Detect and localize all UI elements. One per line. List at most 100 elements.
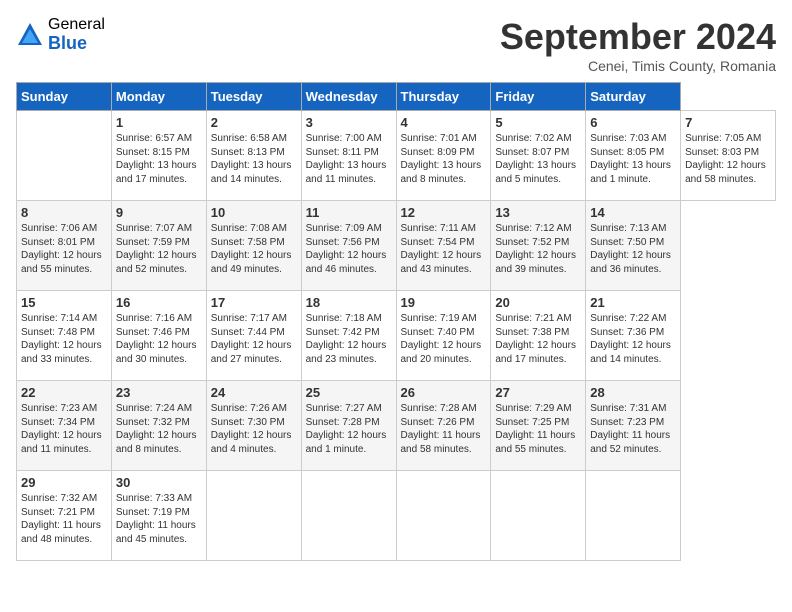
day-number: 3 [306, 115, 392, 130]
weekday-wednesday: Wednesday [301, 83, 396, 111]
cell-content: Sunrise: 7:17 AMSunset: 7:44 PMDaylight:… [211, 312, 297, 366]
day-number: 10 [211, 205, 297, 220]
calendar-cell: 19Sunrise: 7:19 AMSunset: 7:40 PMDayligh… [396, 291, 491, 381]
calendar-cell: 23 Sunrise: 7:24 AMSunset: 7:32 PMDayligh… [111, 381, 206, 471]
cell-content: Sunrise: 7:00 AMSunset: 8:11 PMDaylight:… [306, 132, 392, 186]
day-number: 21 [590, 295, 676, 310]
day-number: 24 [211, 385, 297, 400]
day-number: 18 [306, 295, 392, 310]
cell-content: Sunrise: 7:09 AMSunset: 7:56 PMDaylight:… [306, 222, 392, 276]
day-number: 30 [116, 475, 202, 490]
calendar-header: SundayMondayTuesdayWednesdayThursdayFrid… [17, 83, 776, 111]
cell-content: Sunrise: 7:08 AMSunset: 7:58 PMDaylight:… [211, 222, 297, 276]
cell-content: Sunrise: 6:57 AMSunset: 8:15 PMDaylight:… [116, 132, 202, 186]
calendar-cell: 14Sunrise: 7:13 AMSunset: 7:50 PMDayligh… [586, 201, 681, 291]
calendar-cell: 21 Sunrise: 7:22 AMSunset: 7:36 PMDayligh… [586, 291, 681, 381]
calendar-cell: 4 Sunrise: 7:01 AMSunset: 8:09 PMDaylight… [396, 111, 491, 201]
calendar-cell: 2 Sunrise: 6:58 AMSunset: 8:13 PMDaylight… [206, 111, 301, 201]
day-number: 29 [21, 475, 107, 490]
calendar-cell: 26 Sunrise: 7:28 AMSunset: 7:26 PMDayligh… [396, 381, 491, 471]
cell-content: Sunrise: 7:22 AMSunset: 7:36 PMDaylight:… [590, 312, 676, 366]
calendar-cell: 17 Sunrise: 7:17 AMSunset: 7:44 PMDayligh… [206, 291, 301, 381]
calendar-cell: 6 Sunrise: 7:03 AMSunset: 8:05 PMDaylight… [586, 111, 681, 201]
calendar-cell: 20Sunrise: 7:21 AMSunset: 7:38 PMDayligh… [491, 291, 586, 381]
day-number: 7 [685, 115, 771, 130]
day-number: 23 [116, 385, 202, 400]
cell-content: Sunrise: 7:14 AMSunset: 7:48 PMDaylight:… [21, 312, 107, 366]
calendar-week-5: 29 Sunrise: 7:32 AMSunset: 7:21 PMDayligh… [17, 471, 776, 561]
logo-icon [16, 21, 44, 49]
calendar-cell [491, 471, 586, 561]
calendar-table: SundayMondayTuesdayWednesdayThursdayFrid… [16, 82, 776, 561]
cell-content: Sunrise: 7:21 AMSunset: 7:38 PMDaylight:… [495, 312, 581, 366]
calendar-cell: 5 Sunrise: 7:02 AMSunset: 8:07 PMDaylight… [491, 111, 586, 201]
weekday-header-row: SundayMondayTuesdayWednesdayThursdayFrid… [17, 83, 776, 111]
day-number: 8 [21, 205, 107, 220]
cell-content: Sunrise: 7:28 AMSunset: 7:26 PMDaylight:… [401, 402, 487, 456]
day-number: 28 [590, 385, 676, 400]
calendar-week-3: 15 Sunrise: 7:14 AMSunset: 7:48 PMDayligh… [17, 291, 776, 381]
day-number: 13 [495, 205, 581, 220]
cell-content: Sunrise: 7:13 AMSunset: 7:50 PMDaylight:… [590, 222, 676, 276]
logo-general: General [48, 16, 105, 34]
calendar-body: 1 Sunrise: 6:57 AMSunset: 8:15 PMDaylight… [17, 111, 776, 561]
cell-content: Sunrise: 7:29 AMSunset: 7:25 PMDaylight:… [495, 402, 581, 456]
cell-content: Sunrise: 7:24 AMSunset: 7:32 PMDaylight:… [116, 402, 202, 456]
calendar-cell [301, 471, 396, 561]
day-number: 19 [401, 295, 487, 310]
weekday-monday: Monday [111, 83, 206, 111]
weekday-thursday: Thursday [396, 83, 491, 111]
cell-content: Sunrise: 7:16 AMSunset: 7:46 PMDaylight:… [116, 312, 202, 366]
calendar-cell: 28 Sunrise: 7:31 AMSunset: 7:23 PMDayligh… [586, 381, 681, 471]
calendar-week-1: 1 Sunrise: 6:57 AMSunset: 8:15 PMDaylight… [17, 111, 776, 201]
cell-content: Sunrise: 7:33 AMSunset: 7:19 PMDaylight:… [116, 492, 202, 546]
cell-content: Sunrise: 7:03 AMSunset: 8:05 PMDaylight:… [590, 132, 676, 186]
cell-content: Sunrise: 7:06 AMSunset: 8:01 PMDaylight:… [21, 222, 107, 276]
cell-content: Sunrise: 7:18 AMSunset: 7:42 PMDaylight:… [306, 312, 392, 366]
day-number: 1 [116, 115, 202, 130]
calendar-cell: 1 Sunrise: 6:57 AMSunset: 8:15 PMDaylight… [111, 111, 206, 201]
day-number: 15 [21, 295, 107, 310]
month-title: September 2024 [500, 16, 776, 58]
cell-content: Sunrise: 7:12 AMSunset: 7:52 PMDaylight:… [495, 222, 581, 276]
cell-content: Sunrise: 7:31 AMSunset: 7:23 PMDaylight:… [590, 402, 676, 456]
calendar-cell: 3 Sunrise: 7:00 AMSunset: 8:11 PMDaylight… [301, 111, 396, 201]
calendar-cell: 22Sunrise: 7:23 AMSunset: 7:34 PMDayligh… [17, 381, 112, 471]
day-number: 2 [211, 115, 297, 130]
calendar-cell: 27 Sunrise: 7:29 AMSunset: 7:25 PMDayligh… [491, 381, 586, 471]
cell-content: Sunrise: 7:11 AMSunset: 7:54 PMDaylight:… [401, 222, 487, 276]
weekday-tuesday: Tuesday [206, 83, 301, 111]
calendar-cell: 10 Sunrise: 7:08 AMSunset: 7:58 PMDayligh… [206, 201, 301, 291]
title-block: September 2024 Cenei, Timis County, Roma… [500, 16, 776, 74]
calendar-cell: 7 Sunrise: 7:05 AMSunset: 8:03 PMDaylight… [681, 111, 776, 201]
cell-content: Sunrise: 7:05 AMSunset: 8:03 PMDaylight:… [685, 132, 771, 186]
day-number: 6 [590, 115, 676, 130]
day-number: 26 [401, 385, 487, 400]
day-number: 5 [495, 115, 581, 130]
day-number: 11 [306, 205, 392, 220]
day-number: 9 [116, 205, 202, 220]
calendar-cell: 29 Sunrise: 7:32 AMSunset: 7:21 PMDayligh… [17, 471, 112, 561]
calendar-cell: 25Sunrise: 7:27 AMSunset: 7:28 PMDayligh… [301, 381, 396, 471]
calendar-cell: 15 Sunrise: 7:14 AMSunset: 7:48 PMDayligh… [17, 291, 112, 381]
calendar-cell: 13 Sunrise: 7:12 AMSunset: 7:52 PMDayligh… [491, 201, 586, 291]
cell-content: Sunrise: 7:01 AMSunset: 8:09 PMDaylight:… [401, 132, 487, 186]
logo-blue: Blue [48, 34, 105, 54]
calendar-week-2: 8 Sunrise: 7:06 AMSunset: 8:01 PMDaylight… [17, 201, 776, 291]
logo: General Blue [16, 16, 105, 53]
cell-content: Sunrise: 7:02 AMSunset: 8:07 PMDaylight:… [495, 132, 581, 186]
cell-content: Sunrise: 7:32 AMSunset: 7:21 PMDaylight:… [21, 492, 107, 546]
calendar-cell: 30 Sunrise: 7:33 AMSunset: 7:19 PMDayligh… [111, 471, 206, 561]
day-number: 22 [21, 385, 107, 400]
calendar-cell: 12Sunrise: 7:11 AMSunset: 7:54 PMDayligh… [396, 201, 491, 291]
cell-content: Sunrise: 6:58 AMSunset: 8:13 PMDaylight:… [211, 132, 297, 186]
cell-content: Sunrise: 7:26 AMSunset: 7:30 PMDaylight:… [211, 402, 297, 456]
day-number: 27 [495, 385, 581, 400]
day-number: 4 [401, 115, 487, 130]
weekday-sunday: Sunday [17, 83, 112, 111]
logo-text: General Blue [48, 16, 105, 53]
calendar-cell: 16Sunrise: 7:16 AMSunset: 7:46 PMDayligh… [111, 291, 206, 381]
cell-content: Sunrise: 7:27 AMSunset: 7:28 PMDaylight:… [306, 402, 392, 456]
calendar-cell [206, 471, 301, 561]
day-number: 17 [211, 295, 297, 310]
